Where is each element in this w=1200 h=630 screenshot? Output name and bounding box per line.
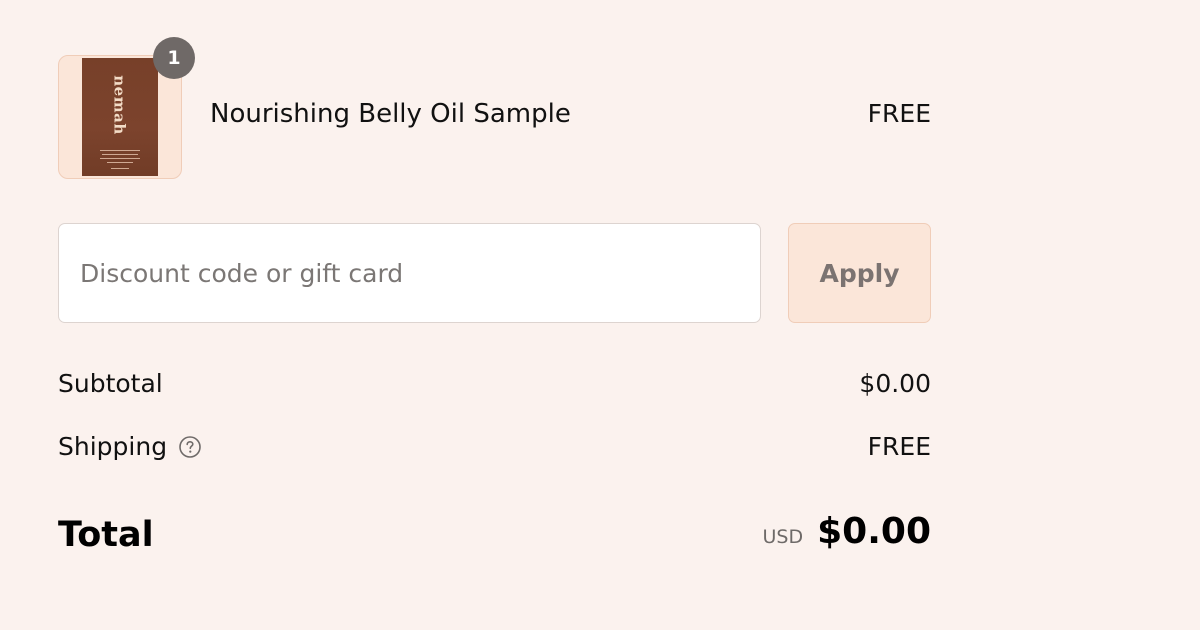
apply-button[interactable]: Apply: [788, 223, 931, 323]
product-name: Nourishing Belly Oil Sample: [210, 99, 571, 129]
total-value-group: USD $0.00: [763, 511, 931, 552]
currency-code: USD: [762, 526, 804, 548]
product-thumbnail: nemah 1: [58, 37, 195, 179]
order-summary: nemah 1 Nourishing Belly Oil Sample FREE…: [58, 37, 931, 555]
total-row: Total USD $0.00: [58, 511, 931, 561]
subtotal-value: $0.00: [859, 369, 931, 398]
quantity-badge: 1: [153, 37, 195, 79]
product-image: nemah: [82, 58, 158, 176]
shipping-label-group: Shipping: [58, 432, 202, 461]
question-circle-icon[interactable]: [178, 435, 202, 459]
subtotal-label: Subtotal: [58, 369, 163, 398]
total-label: Total: [58, 515, 154, 555]
product-image-brand: nemah: [111, 75, 130, 135]
line-item: nemah 1 Nourishing Belly Oil Sample FREE: [58, 37, 931, 181]
product-price: FREE: [867, 99, 931, 128]
shipping-value: FREE: [867, 432, 931, 461]
discount-form: Apply: [58, 223, 931, 323]
total-amount: $0.00: [817, 511, 931, 552]
discount-code-input[interactable]: [58, 223, 761, 323]
product-image-fine-print: [98, 150, 142, 172]
shipping-label: Shipping: [58, 432, 168, 461]
